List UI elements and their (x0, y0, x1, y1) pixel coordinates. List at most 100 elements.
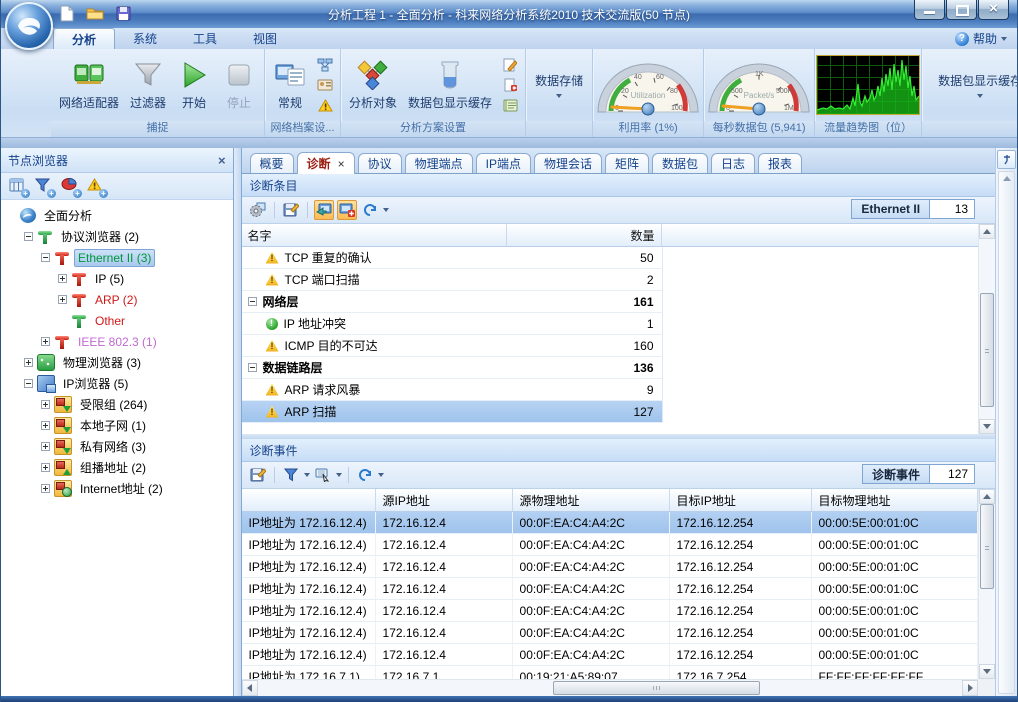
view-tab-物理会话[interactable]: 物理会话 × (534, 153, 602, 173)
view-tab-数据包[interactable]: 数据包 × (652, 153, 708, 173)
event-row[interactable]: IP地址为 172.16.12.4) 172.16.12.4 00:0F:EA:… (242, 622, 979, 644)
column-event[interactable] (242, 489, 376, 511)
refresh-icon[interactable] (360, 200, 380, 220)
tree-expander-icon[interactable] (41, 484, 50, 493)
diagnosis-row[interactable]: ARP 扫描 127 (242, 401, 663, 423)
scroll-down-icon[interactable] (979, 419, 995, 434)
tree-expander-icon[interactable] (41, 337, 50, 346)
app-orb-button[interactable] (5, 2, 53, 50)
event-row[interactable]: IP地址为 172.16.12.4) 172.16.12.4 00:0F:EA:… (242, 600, 979, 622)
tree-item[interactable]: 组播地址 (2) (1, 457, 233, 478)
edit-scheme-icon[interactable] (501, 57, 519, 73)
column-dst-mac[interactable]: 目标物理地址 (812, 489, 979, 511)
view-tab-诊断[interactable]: 诊断 × (297, 152, 355, 174)
start-button[interactable]: 开始 (172, 56, 216, 115)
close-button[interactable] (978, 0, 1009, 20)
tree-expander-icon[interactable] (24, 358, 33, 367)
scroll-thumb[interactable] (980, 504, 994, 589)
tree-item[interactable]: 本地子网 (1) (1, 415, 233, 436)
filter-dropdown-icon[interactable] (304, 473, 310, 477)
locate-node-icon[interactable] (314, 200, 334, 220)
diagnosis-vertical-scrollbar[interactable] (978, 224, 995, 434)
column-dst-ip[interactable]: 目标IP地址 (670, 489, 812, 511)
analysis-objects-button[interactable]: 分析对象 (344, 56, 402, 115)
tree-item[interactable]: 受限组 (264) (1, 394, 233, 415)
network-profile-icon[interactable] (316, 57, 334, 73)
column-src-ip[interactable]: 源IP地址 (376, 489, 513, 511)
data-storage-button[interactable]: 数据存储 (529, 72, 589, 98)
group-collapse-icon[interactable] (248, 363, 257, 372)
tree-expander-icon[interactable] (41, 400, 50, 409)
general-button[interactable]: 常规 (268, 56, 312, 115)
ribbon-tab[interactable]: 系统 (115, 28, 175, 49)
tree-item[interactable]: Other (1, 310, 233, 331)
event-row[interactable]: IP地址为 172.16.12.4) 172.16.12.4 00:0F:EA:… (242, 534, 979, 556)
notebook-icon[interactable] (501, 97, 519, 113)
tree-expander-icon[interactable] (58, 295, 67, 304)
view-tab-协议[interactable]: 协议 × (358, 153, 402, 173)
tree-item[interactable]: 物理浏览器 (3) (1, 352, 233, 373)
panel-close-icon[interactable]: × (218, 154, 226, 167)
tree-item[interactable]: ARP (2) (1, 289, 233, 310)
scroll-thumb[interactable] (980, 293, 994, 407)
view-tab-日志[interactable]: 日志 × (711, 153, 755, 173)
add-alarm-icon[interactable] (87, 178, 105, 194)
tree-item[interactable]: IP (5) (1, 268, 233, 289)
export-save-icon[interactable] (248, 465, 268, 485)
scroll-right-icon[interactable] (962, 680, 978, 696)
ribbon-tab[interactable]: 分析 (53, 28, 115, 49)
new-document-icon[interactable] (57, 3, 77, 23)
events-vertical-scrollbar[interactable] (978, 489, 995, 679)
refresh-dropdown-icon[interactable] (378, 473, 384, 477)
add-node-icon[interactable] (337, 200, 357, 220)
filter-button[interactable]: 过滤器 (125, 56, 171, 115)
tree-item[interactable]: Ethernet II (3) (1, 247, 233, 268)
column-count[interactable]: 数量 (507, 224, 662, 246)
tree-item[interactable]: 协议浏览器 (2) (1, 226, 233, 247)
tree-expander-icon[interactable] (24, 232, 33, 241)
display-settings-icon[interactable] (248, 200, 268, 220)
packet-display-buffer-button[interactable]: 数据包显示缓存 (932, 72, 1018, 98)
save-icon[interactable] (113, 3, 133, 23)
side-strip-scrollbar[interactable] (998, 171, 1015, 694)
refresh-dropdown-icon[interactable] (383, 208, 389, 212)
diagnosis-row[interactable]: ICMP 目的不可达 160 (242, 335, 663, 357)
network-adapter-button[interactable]: 网络适配器 (54, 56, 124, 115)
event-row[interactable]: IP地址为 172.16.12.4) 172.16.12.4 00:0F:EA:… (242, 556, 979, 578)
diagnosis-row[interactable]: 网络层 161 (242, 291, 663, 313)
scroll-thumb[interactable] (553, 681, 759, 695)
vertical-splitter[interactable] (234, 148, 241, 696)
view-tab-IP端点[interactable]: IP端点 × (476, 153, 531, 173)
add-filter-icon[interactable] (35, 178, 53, 194)
diagnosis-row[interactable]: TCP 端口扫描 2 (242, 269, 663, 291)
diagnosis-row[interactable]: ARP 请求风暴 9 (242, 379, 663, 401)
filter-icon[interactable] (281, 465, 301, 485)
tree-item[interactable]: Internet地址 (2) (1, 478, 233, 499)
tree-item[interactable]: IEEE 802.3 (1) (1, 331, 233, 352)
open-folder-icon[interactable] (85, 3, 105, 23)
tree-item[interactable]: 私有网络 (3) (1, 436, 233, 457)
minimize-button[interactable] (914, 0, 945, 20)
tree-expander-icon[interactable] (41, 253, 50, 262)
event-row[interactable]: IP地址为 172.16.7.1) 172.16.7.1 00:19:21:A5… (242, 666, 979, 679)
tree-expander-icon[interactable] (41, 463, 50, 472)
tree-expander-icon[interactable] (41, 442, 50, 451)
tree-expander-icon[interactable] (41, 421, 50, 430)
scroll-up-icon[interactable] (979, 489, 995, 504)
event-row[interactable]: IP地址为 172.16.12.4) 172.16.12.4 00:0F:EA:… (242, 644, 979, 666)
column-src-mac[interactable]: 源物理地址 (513, 489, 670, 511)
add-graph-icon[interactable] (61, 178, 79, 194)
diagnosis-row[interactable]: 数据链路层 136 (242, 357, 663, 379)
diagnosis-row[interactable]: IP 地址冲突 1 (242, 313, 663, 335)
help-button[interactable]: ? 帮助 (955, 30, 1007, 47)
export-save-icon[interactable] (281, 200, 301, 220)
stop-button[interactable]: 停止 (217, 56, 261, 115)
event-row[interactable]: IP地址为 172.16.12.4) 172.16.12.4 00:0F:EA:… (242, 578, 979, 600)
tab-close-icon[interactable]: × (338, 157, 345, 171)
maximize-button[interactable] (946, 0, 977, 20)
scroll-up-icon[interactable] (979, 224, 995, 239)
collapsed-panel-pin-icon[interactable] (997, 150, 1016, 169)
group-collapse-icon[interactable] (248, 297, 257, 306)
view-tab-物理端点[interactable]: 物理端点 × (405, 153, 473, 173)
alarm-warning-icon[interactable] (316, 97, 334, 113)
